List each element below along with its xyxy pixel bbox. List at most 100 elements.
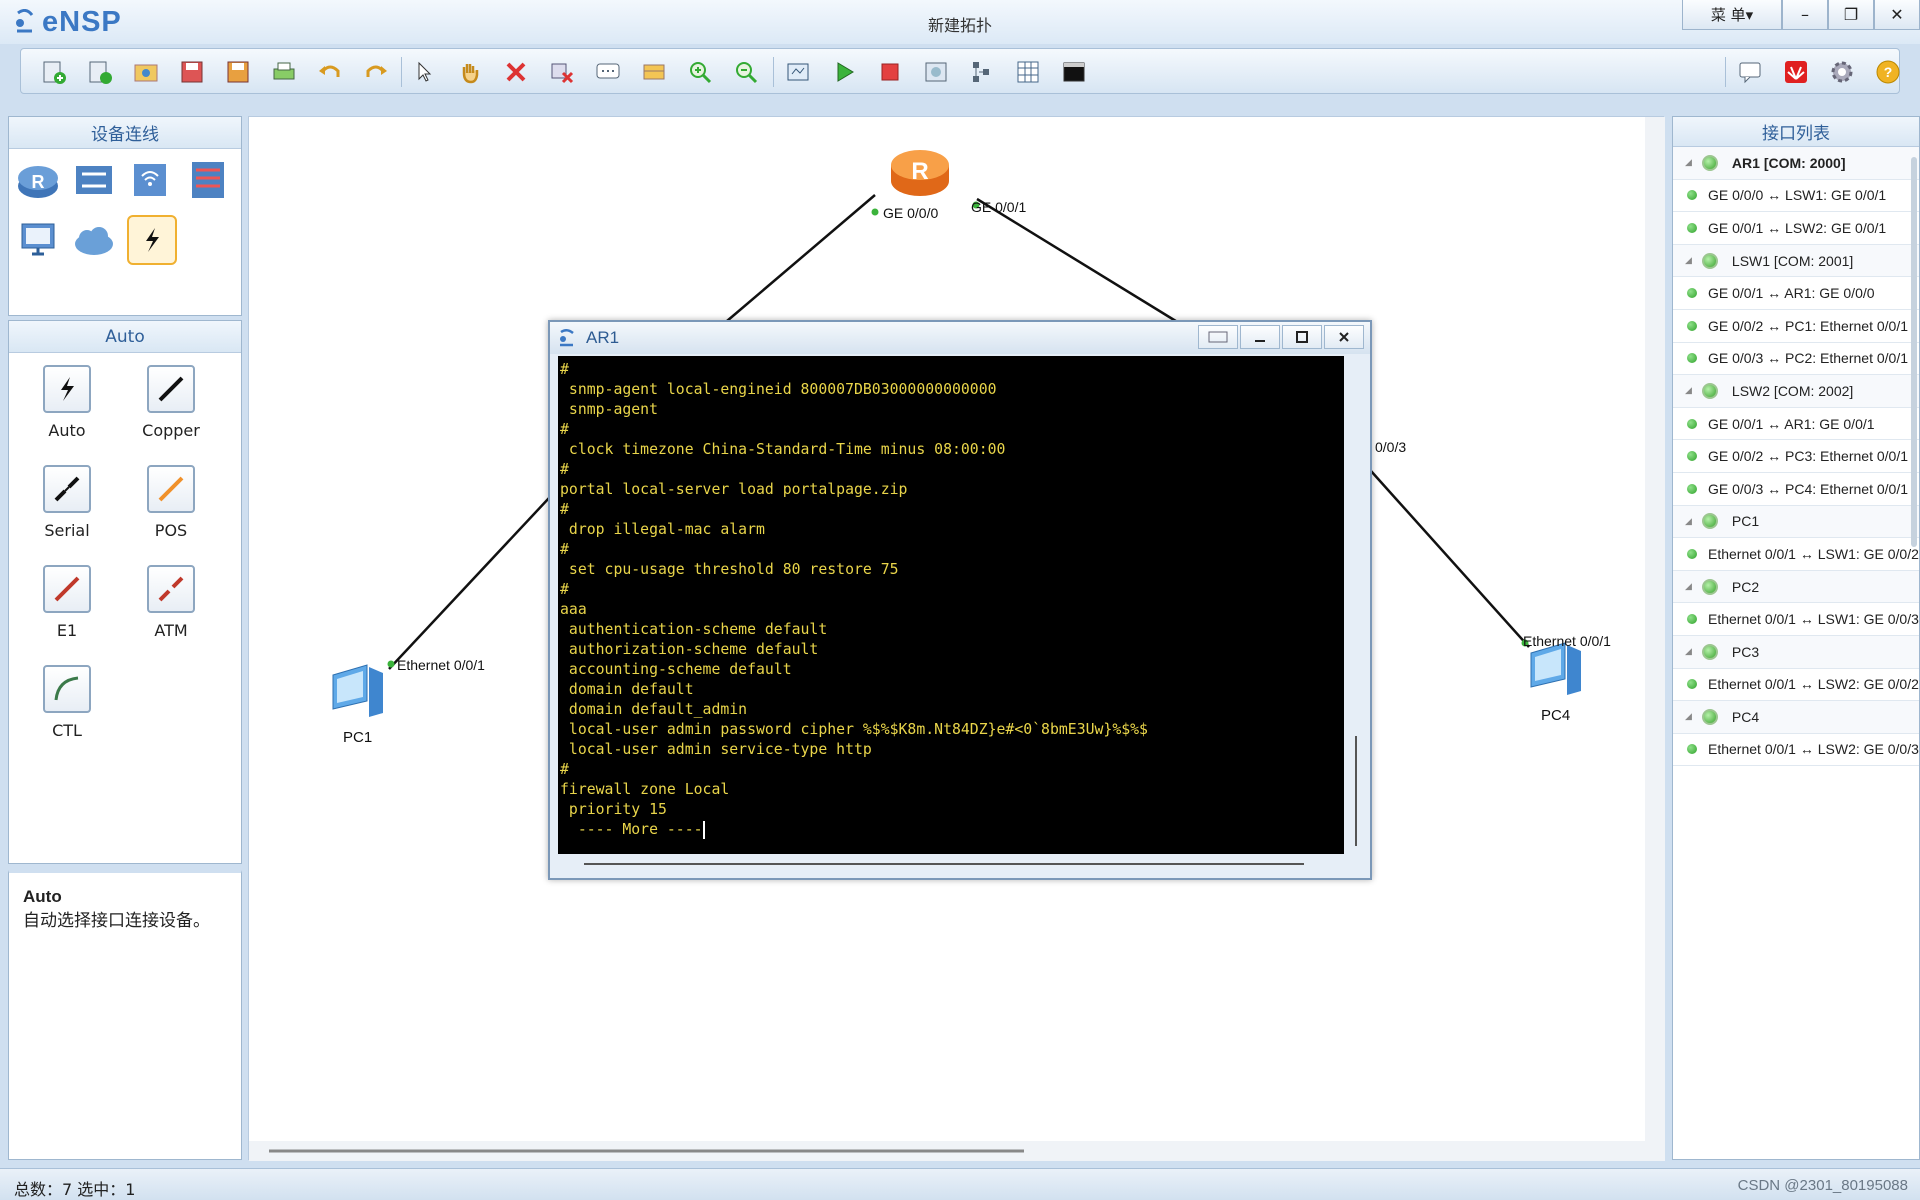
cable-ctl[interactable]: CTL (15, 665, 119, 761)
terminal-options-button[interactable] (1198, 325, 1238, 349)
cable-auto[interactable]: Auto (15, 365, 119, 461)
device-status-icon (1701, 578, 1718, 595)
pc1-icon[interactable] (323, 661, 393, 725)
fit-icon[interactable] (783, 57, 813, 87)
interface-row-label: GE 0/0/3 ↔ PC4: Ethernet 0/0/1 (1708, 480, 1908, 497)
select-icon[interactable] (409, 57, 439, 87)
interface-link-row[interactable]: GE 0/0/2 ↔ PC3: Ethernet 0/0/1 (1673, 440, 1919, 473)
grid-icon[interactable] (1013, 57, 1043, 87)
zoom-out-icon[interactable] (731, 57, 761, 87)
interface-link-row[interactable]: Ethernet 0/0/1 ↔ LSW1: GE 0/0/2 (1673, 538, 1919, 571)
interface-link-row[interactable]: Ethernet 0/0/1 ↔ LSW1: GE 0/0/3 (1673, 603, 1919, 636)
switch-category-icon[interactable] (71, 157, 117, 203)
router-ar1-icon[interactable]: R (889, 143, 951, 203)
terminal-close-button[interactable] (1324, 325, 1364, 349)
undo-icon[interactable] (315, 57, 345, 87)
interface-row-label: GE 0/0/1 ↔ AR1: GE 0/0/0 (1708, 285, 1875, 302)
wireless-category-icon[interactable] (127, 157, 173, 203)
interface-device-row[interactable]: ◢ PC4 (1673, 701, 1919, 734)
new-topology-icon[interactable] (39, 57, 69, 87)
expand-triangle-icon[interactable]: ◢ (1685, 711, 1692, 722)
interface-link-row[interactable]: GE 0/0/0 ↔ LSW1: GE 0/0/1 (1673, 180, 1919, 213)
interface-list-rows: ◢ AR1 [COM: 2000] GE 0/0/0 ↔ LSW1: GE 0/0/… (1673, 147, 1919, 767)
link-status-icon (1687, 483, 1697, 494)
device-panel-title: 设备连线 (9, 117, 241, 149)
terminal-horizontal-scrollbar[interactable] (558, 854, 1344, 874)
zoom-in-icon[interactable] (685, 57, 715, 87)
terminal-minimize-button[interactable] (1240, 325, 1280, 349)
delete-icon[interactable] (501, 57, 531, 87)
interface-device-row[interactable]: ◢ PC2 (1673, 570, 1919, 604)
terminal-line: snmp-agent (560, 401, 658, 418)
expand-triangle-icon[interactable]: ◢ (1685, 385, 1692, 396)
menu-button[interactable]: 菜 单 ▾ (1682, 0, 1782, 30)
interface-link-row[interactable]: GE 0/0/2 ↔ PC1: Ethernet 0/0/1 (1673, 310, 1919, 343)
palette-icon[interactable] (639, 57, 669, 87)
interface-link-row[interactable]: GE 0/0/3 ↔ PC2: Ethernet 0/0/1 (1673, 343, 1919, 376)
minimize-button[interactable]: – (1782, 0, 1828, 30)
interface-device-row[interactable]: ◢ LSW2 [COM: 2002] (1673, 375, 1919, 408)
expand-triangle-icon[interactable]: ◢ (1685, 255, 1692, 266)
interface-link-row[interactable]: Ethernet 0/0/1 ↔ LSW2: GE 0/0/3 (1673, 734, 1919, 767)
interface-link-row[interactable]: GE 0/0/3 ↔ PC4: Ethernet 0/0/1 (1673, 473, 1919, 506)
layout-icon[interactable] (967, 57, 997, 87)
chat-icon[interactable] (1735, 57, 1765, 87)
cable-copper[interactable]: Copper (119, 365, 223, 461)
terminal-icon[interactable] (1059, 57, 1089, 87)
cloud-category-icon[interactable] (71, 217, 117, 263)
pc4-interface-label: Ethernet 0/0/1 (1523, 633, 1611, 649)
ar1-ge000-label: GE 0/0/0 (883, 205, 939, 221)
cable-atm[interactable]: ATM (119, 565, 223, 661)
pc-category-icon[interactable] (15, 217, 61, 263)
terminal-output[interactable]: # snmp-agent local-engineid 800007DB0300… (558, 356, 1344, 854)
pan-hand-icon[interactable] (455, 57, 485, 87)
interface-link-row[interactable]: GE 0/0/1 ↔ AR1: GE 0/0/1 (1673, 408, 1919, 441)
chevron-down-icon: ▾ (1745, 5, 1754, 24)
interface-list-scrollbar[interactable] (1911, 157, 1917, 547)
text-icon[interactable] (593, 57, 623, 87)
terminal-vertical-scrollbar[interactable] (1348, 356, 1366, 854)
new-tab-icon[interactable] (85, 57, 115, 87)
ar1-terminal-window[interactable]: AR1 # snmp-agent local-engineid 800007DB… (548, 320, 1372, 880)
link-status-icon (1687, 222, 1697, 233)
pc1-interface-label: Ethernet 0/0/1 (397, 657, 485, 673)
interface-device-row[interactable]: ◢ LSW1 [COM: 2001] (1673, 244, 1919, 278)
restore-button[interactable]: ❐ (1828, 0, 1874, 30)
save-as-icon[interactable] (223, 57, 253, 87)
terminal-title-bar[interactable]: AR1 (550, 322, 1370, 354)
terminal-maximize-button[interactable] (1282, 325, 1322, 349)
firewall-category-icon[interactable] (185, 157, 231, 203)
settings-gear-icon[interactable] (1827, 57, 1857, 87)
link-status-icon (1687, 353, 1697, 364)
cable-e1[interactable]: E1 (15, 565, 119, 661)
terminal-line: local-user admin password cipher %$%$K8m… (560, 721, 1148, 738)
expand-triangle-icon[interactable]: ◢ (1685, 516, 1692, 527)
delete-link-icon[interactable] (547, 57, 577, 87)
terminal-line: # (560, 501, 569, 518)
interface-device-row[interactable]: ◢ PC3 (1673, 635, 1919, 669)
interface-list-panel: 接口列表 ◢ AR1 [COM: 2000] GE 0/0/0 ↔ LSW1: GE… (1672, 116, 1920, 1160)
router-category-icon[interactable]: R (15, 157, 61, 203)
interface-link-row[interactable]: GE 0/0/1 ↔ LSW2: GE 0/0/1 (1673, 212, 1919, 245)
interface-link-row[interactable]: GE 0/0/1 ↔ AR1: GE 0/0/0 (1673, 277, 1919, 310)
print-icon[interactable] (269, 57, 299, 87)
huawei-icon[interactable] (1781, 57, 1811, 87)
capture-icon[interactable] (921, 57, 951, 87)
pc4-name-label: PC4 (1541, 707, 1571, 724)
open-icon[interactable] (131, 57, 161, 87)
interface-device-row[interactable]: ◢ PC1 (1673, 505, 1919, 539)
expand-triangle-icon[interactable]: ◢ (1685, 581, 1692, 592)
cable-pos[interactable]: POS (119, 465, 223, 561)
help-icon[interactable]: ? (1873, 57, 1903, 87)
start-icon[interactable] (829, 57, 859, 87)
save-icon[interactable] (177, 57, 207, 87)
redo-icon[interactable] (361, 57, 391, 87)
cable-serial[interactable]: Serial (15, 465, 119, 561)
close-button[interactable]: ✕ (1874, 0, 1920, 30)
stop-icon[interactable] (875, 57, 905, 87)
cable-category-icon[interactable] (127, 215, 177, 265)
interface-device-row[interactable]: ◢ AR1 [COM: 2000] (1673, 147, 1919, 180)
interface-link-row[interactable]: Ethernet 0/0/1 ↔ LSW2: GE 0/0/2 (1673, 669, 1919, 702)
expand-triangle-icon[interactable]: ◢ (1685, 646, 1692, 657)
expand-triangle-icon[interactable]: ◢ (1685, 157, 1692, 168)
